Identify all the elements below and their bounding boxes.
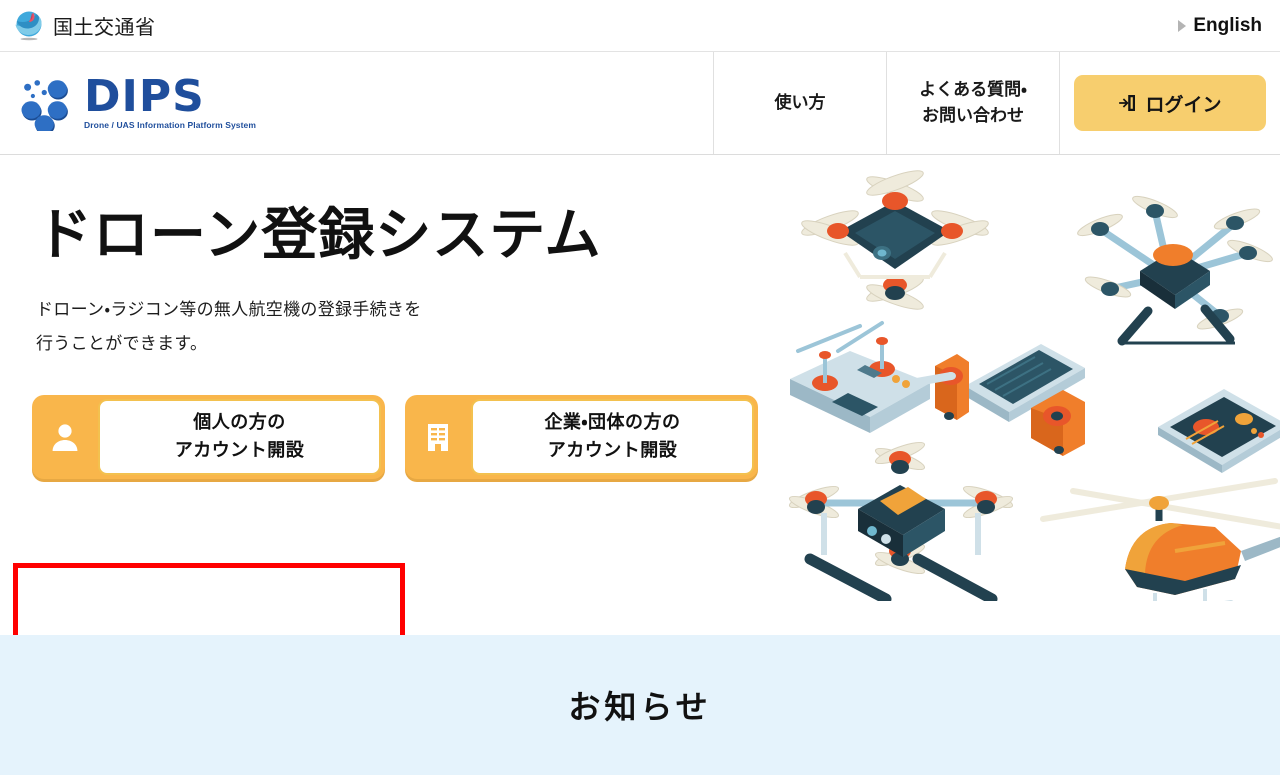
hero-description-line2: 行うことができます。 xyxy=(36,334,208,354)
cta-button-row: 個人の方の アカウント開設 企業・団体の方の アカウント開設 xyxy=(32,395,758,479)
individual-account-label-line2: アカウント開設 xyxy=(174,440,305,460)
isometric-drones-illustration-icon xyxy=(780,161,1280,601)
login-button[interactable]: ログイン xyxy=(1074,75,1266,131)
nav-item-how-to-use[interactable]: 使い方 xyxy=(714,52,887,154)
dips-wordmark: DIPS xyxy=(84,70,205,122)
person-icon xyxy=(52,424,78,451)
notice-section: お知らせ xyxy=(0,635,1280,775)
hero-description-line1: ドローン・ラジコン等の無人航空機の登録手続きを xyxy=(36,300,422,320)
corporate-account-label-line2: アカウント開設 xyxy=(547,440,678,460)
dips-logo-link[interactable]: DIPS Drone / UAS Information Platform Sy… xyxy=(18,70,257,131)
corporate-account-label-line1: 企業・団体の方の xyxy=(544,412,681,433)
corporate-account-label: 企業・団体の方の アカウント開設 xyxy=(471,399,754,475)
hero-copy: ドローン登録システム ドローン・ラジコン等の無人航空機の登録手続きを 行うことが… xyxy=(36,203,756,361)
english-language-link[interactable]: English xyxy=(1178,15,1262,37)
ministry-name: 国土交通省 xyxy=(53,17,156,39)
login-button-label: ログイン xyxy=(1145,94,1222,116)
site-header: DIPS Drone / UAS Information Platform Sy… xyxy=(0,52,1280,155)
brand-area: DIPS Drone / UAS Information Platform Sy… xyxy=(0,52,714,154)
nav-item-faq-contact[interactable]: よくある質問・ お問い合わせ xyxy=(887,52,1060,154)
individual-account-label-line1: 個人の方の xyxy=(193,412,286,433)
person-icon-panel xyxy=(32,395,98,479)
corporate-account-button[interactable]: 企業・団体の方の アカウント開設 xyxy=(405,395,758,479)
ministry-branding[interactable]: 国土交通省 xyxy=(14,10,156,42)
nav-item-faq-label-line1: よくある質問・ xyxy=(919,79,1027,99)
login-button-container: ログイン xyxy=(1060,52,1280,154)
mlit-swirl-logo-icon xyxy=(15,11,42,40)
english-link-label: English xyxy=(1193,14,1262,36)
annotation-highlight-rectangle xyxy=(13,563,405,635)
dips-tagline: Drone / UAS Information Platform System xyxy=(84,120,257,131)
individual-account-button[interactable]: 個人の方の アカウント開設 xyxy=(32,395,385,479)
nav-item-faq-label-line2: お問い合わせ xyxy=(922,106,1024,125)
page-title: ドローン登録システム xyxy=(36,203,602,266)
building-icon-panel xyxy=(405,395,471,479)
notice-section-title: お知らせ xyxy=(568,689,712,725)
triangle-right-icon xyxy=(1178,19,1187,32)
hero-description: ドローン・ラジコン等の無人航空機の登録手続きを 行うことができます。 xyxy=(36,293,756,361)
building-icon xyxy=(428,424,448,451)
dips-dots-logo-icon xyxy=(21,80,68,131)
top-utility-bar: 国土交通省 English xyxy=(0,0,1280,52)
individual-account-label: 個人の方の アカウント開設 xyxy=(98,399,381,475)
hero-section: ドローン登録システム ドローン・ラジコン等の無人航空機の登録手続きを 行うことが… xyxy=(0,155,1280,635)
nav-item-how-to-use-label: 使い方 xyxy=(774,92,826,112)
login-door-icon xyxy=(1119,95,1136,111)
